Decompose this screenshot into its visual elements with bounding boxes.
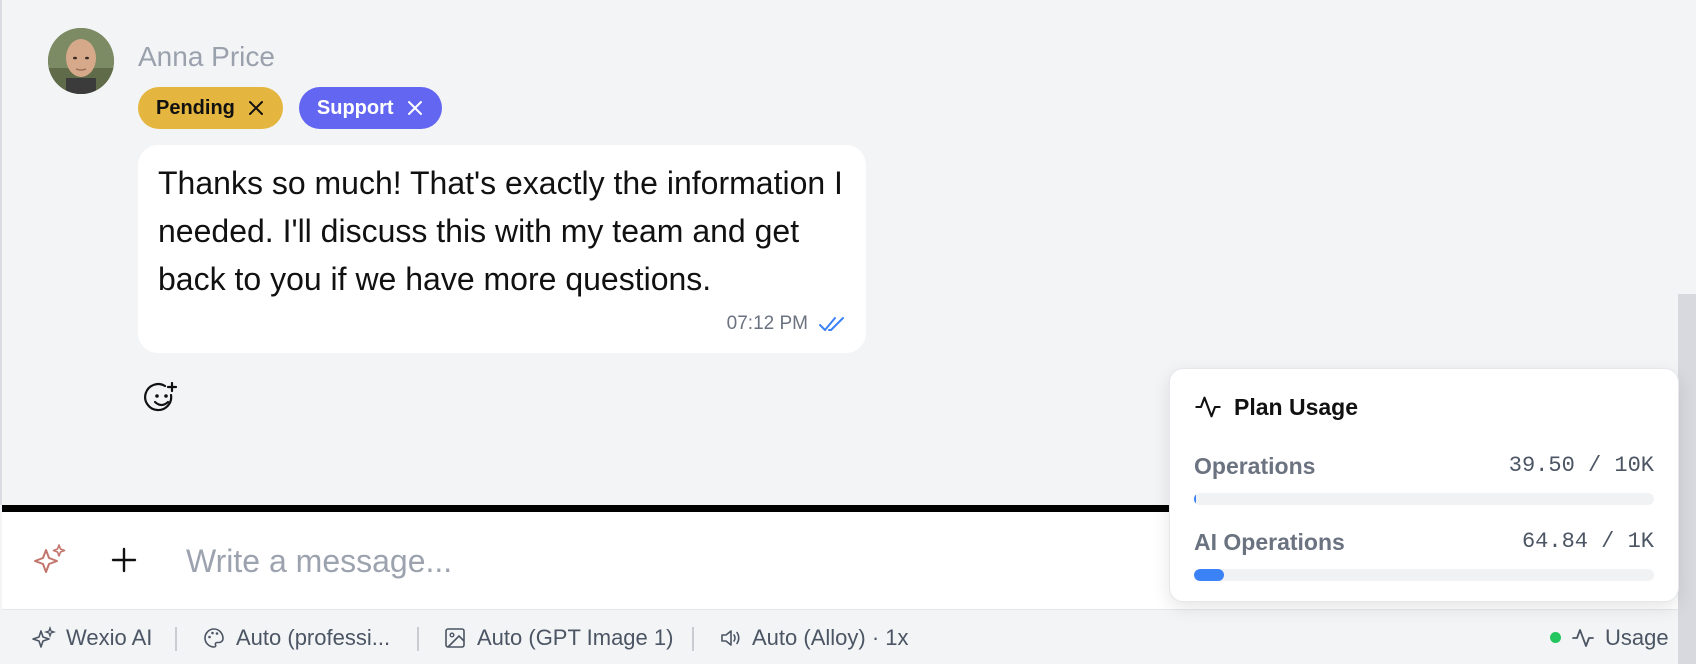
voice-selector[interactable]: Auto (Alloy) · 1x: [718, 611, 909, 664]
sender-name: Anna Price: [138, 41, 275, 72]
tag-label: Pending: [156, 96, 235, 119]
plan-usage-title: Plan Usage: [1194, 393, 1358, 421]
message-text: Thanks so much! That's exactly the infor…: [158, 165, 843, 297]
ai-assist-button[interactable]: [32, 542, 68, 578]
separator: [175, 627, 177, 651]
avatar[interactable]: [48, 28, 114, 94]
tone-label: Auto (professi...: [236, 624, 391, 650]
operations-label: Operations: [1194, 453, 1316, 479]
palette-icon: [204, 627, 224, 648]
usage-label: Usage: [1605, 624, 1669, 650]
status-dot: [1550, 632, 1561, 643]
voice-label: Auto (Alloy) · 1x: [752, 624, 909, 650]
close-icon[interactable]: [406, 99, 424, 117]
message-bubble: Thanks so much! That's exactly the infor…: [138, 145, 866, 353]
ai-operations-label: AI Operations: [1194, 529, 1345, 555]
plan-usage-heading: Plan Usage: [1234, 393, 1358, 420]
assistant-selector[interactable]: Wexio AI: [32, 611, 152, 664]
separator: [692, 627, 694, 651]
close-icon[interactable]: [247, 99, 265, 117]
sparkles-icon: [32, 625, 56, 648]
plan-usage-panel: Plan Usage Operations 39.50 / 10K AI Ope…: [1169, 368, 1679, 602]
ai-operations-value: 64.84 / 1K: [1521, 529, 1654, 554]
activity-icon: [1572, 628, 1594, 647]
tone-selector[interactable]: Auto (professi...: [202, 611, 390, 664]
message-meta: 07:12 PM: [727, 313, 846, 335]
tag-support[interactable]: Support: [298, 87, 442, 129]
message-input[interactable]: [186, 534, 1086, 588]
add-attachment-button[interactable]: [108, 544, 140, 576]
tag-pending[interactable]: Pending: [138, 87, 283, 129]
separator: [417, 627, 419, 651]
operations-value: 39.50 / 10K: [1508, 453, 1654, 478]
image-model-selector[interactable]: Auto (GPT Image 1): [443, 611, 673, 664]
usage-button[interactable]: Usage: [1550, 611, 1669, 664]
image-icon: [445, 627, 465, 648]
tag-list: Pending Support: [138, 87, 442, 129]
activity-icon: [1195, 396, 1221, 418]
add-reaction-button[interactable]: [144, 380, 180, 416]
operations-progress-track: [1194, 493, 1654, 505]
speaker-icon: [721, 629, 740, 646]
ai-operations-progress-fill: [1194, 569, 1224, 581]
double-check-icon: [819, 317, 844, 331]
ai-operations-progress-track: [1194, 569, 1654, 581]
operations-progress-fill: [1194, 493, 1197, 505]
image-model-label: Auto (GPT Image 1): [477, 624, 674, 650]
emoji-add-icon: [144, 381, 178, 412]
sparkles-icon: [34, 544, 66, 573]
message-time: 07:12 PM: [726, 313, 808, 334]
bottom-toolbar: Wexio AI Auto (professi... Auto (GPT Ima…: [2, 611, 1678, 664]
tag-label: Support: [316, 96, 394, 119]
assistant-label: Wexio AI: [66, 624, 153, 650]
plus-icon: [111, 547, 137, 573]
